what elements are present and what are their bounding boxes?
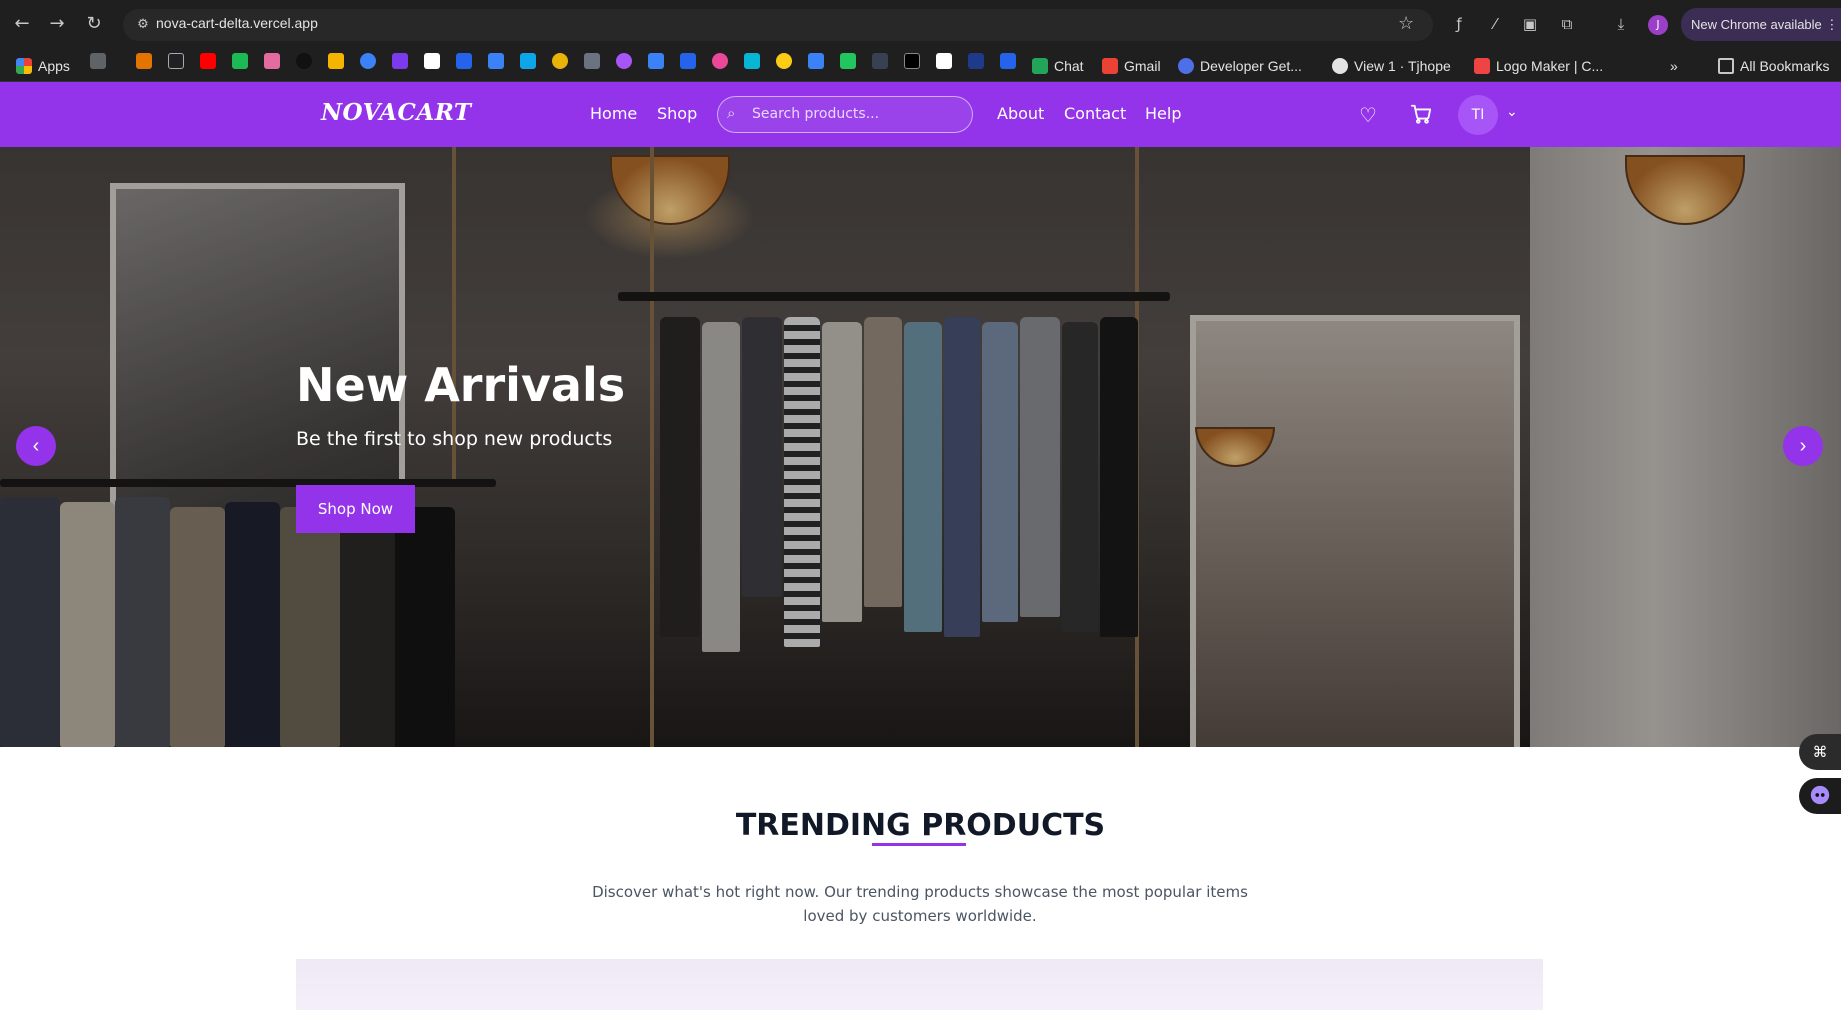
extension-icon[interactable]: ⁄: [1484, 13, 1506, 35]
bookmark-favicon-icon[interactable]: [616, 53, 632, 69]
widget-grid-icon[interactable]: ⌘: [1799, 734, 1841, 770]
chat-icon: [1032, 58, 1048, 74]
developer-icon: [1178, 58, 1194, 74]
bookmark-favicon-icon[interactable]: [360, 53, 376, 69]
bookmark-favicon-icon[interactable]: [168, 53, 184, 69]
section-description: Discover what's hot right now. Our trend…: [592, 883, 1248, 925]
bookmark-favicon-icon[interactable]: [936, 53, 952, 69]
user-avatar[interactable]: TI: [1458, 95, 1498, 135]
back-icon[interactable]: ←: [10, 12, 34, 36]
update-label: New Chrome available: [1691, 17, 1822, 32]
bookmark-favicon-icon[interactable]: [712, 53, 728, 69]
bookmark-label: All Bookmarks: [1740, 58, 1830, 74]
bookmark-label: View 1 · Tjhope: [1354, 58, 1451, 74]
url-text[interactable]: nova-cart-delta.vercel.app: [156, 15, 318, 31]
bookmark-favicon-icon[interactable]: [1000, 53, 1016, 69]
extension-icon[interactable]: ▣: [1519, 13, 1541, 35]
reload-icon[interactable]: ↻: [82, 12, 106, 36]
logo-maker-icon: [1474, 58, 1490, 74]
bookmark-favicon-icon[interactable]: [680, 53, 696, 69]
search-input[interactable]: [752, 102, 962, 126]
gmail-icon: [1102, 58, 1118, 74]
bookmark-developer[interactable]: Developer Get...: [1178, 55, 1302, 77]
title-underline: [872, 843, 966, 846]
bookmark-logo-maker[interactable]: Logo Maker | C...: [1474, 55, 1603, 77]
bookmark-favicon-icon[interactable]: [904, 53, 920, 69]
chevron-left-icon[interactable]: ‹: [16, 426, 56, 466]
bookmark-favicon-icon[interactable]: [776, 53, 792, 69]
bookmark-favicon-icon[interactable]: [584, 53, 600, 69]
product-carousel: [296, 959, 1543, 1010]
bookmark-favicon-icon[interactable]: [424, 53, 440, 69]
profile-avatar[interactable]: J: [1648, 15, 1668, 35]
bookmark-gmail[interactable]: Gmail: [1102, 55, 1161, 77]
search-icon: ⌕: [727, 104, 736, 122]
bookmark-favicon-icon[interactable]: [456, 53, 472, 69]
extensions-puzzle-icon[interactable]: ⧉: [1556, 13, 1578, 35]
bookmark-favicon-icon[interactable]: [808, 53, 824, 69]
bookmark-favicon-icon[interactable]: [968, 53, 984, 69]
youtube-icon[interactable]: [200, 53, 216, 69]
bookmark-favicon-icon[interactable]: [872, 53, 888, 69]
bookmark-label: Developer Get...: [1200, 58, 1302, 74]
apps-grid-icon: [16, 58, 32, 74]
section-title: TRENDING PRODUCTS: [735, 808, 1106, 843]
bookmark-label: Logo Maker | C...: [1496, 58, 1604, 74]
bookmark-favicon-icon[interactable]: [744, 53, 760, 69]
bookmark-favicon-icon[interactable]: [232, 53, 248, 69]
bookmark-star-icon[interactable]: ☆: [1398, 13, 1414, 34]
heart-icon[interactable]: ♡: [1356, 103, 1380, 127]
chevron-right-icon[interactable]: ›: [1783, 426, 1823, 466]
hero-overlay: [0, 147, 1841, 747]
shop-now-button[interactable]: Shop Now: [296, 485, 415, 533]
bookmark-favicon-icon[interactable]: [264, 53, 280, 69]
bookmark-favicon-icon[interactable]: [392, 53, 408, 69]
bookmark-label: Gmail: [1124, 58, 1161, 74]
nav-contact[interactable]: Contact: [1064, 104, 1126, 123]
nav-help[interactable]: Help: [1145, 104, 1181, 123]
bookmark-favicon-icon[interactable]: [648, 53, 664, 69]
forward-icon[interactable]: →: [45, 12, 69, 36]
bookmark-favicon-icon[interactable]: [840, 53, 856, 69]
hero-banner: [0, 147, 1841, 747]
site-info-icon[interactable]: ⚙: [134, 16, 152, 34]
chevron-down-icon[interactable]: ⌄: [1506, 104, 1518, 120]
cart-icon[interactable]: [1409, 103, 1433, 127]
folder-icon: [1718, 58, 1734, 74]
bookmark-favicon-icon[interactable]: [136, 53, 152, 69]
nav-home[interactable]: Home: [590, 104, 637, 123]
nav-about[interactable]: About: [997, 104, 1044, 123]
grid-icon[interactable]: [90, 53, 106, 69]
address-bar[interactable]: [123, 9, 1433, 41]
bookmark-favicon-icon[interactable]: [328, 53, 344, 69]
bookmark-label: Chat: [1054, 58, 1084, 74]
download-icon[interactable]: ⤓: [1610, 13, 1632, 35]
bookmarks-overflow-button[interactable]: »: [1670, 55, 1678, 77]
extension-icon[interactable]: ƒ: [1448, 13, 1470, 35]
chrome-update-button[interactable]: New Chrome available ⋮: [1681, 8, 1841, 41]
bookmark-favicon-icon[interactable]: [520, 53, 536, 69]
bookmark-favicon-icon[interactable]: [296, 53, 312, 69]
hero-title: New Arrivals: [296, 358, 626, 412]
bookmark-favicon-icon[interactable]: [488, 53, 504, 69]
bookmark-chat[interactable]: Chat: [1032, 55, 1084, 77]
bookmark-apps[interactable]: Apps: [16, 55, 70, 77]
all-bookmarks-folder[interactable]: All Bookmarks: [1718, 55, 1829, 77]
hero-subtitle: Be the first to shop new products: [296, 428, 613, 450]
bookmark-github[interactable]: View 1 · Tjhope: [1332, 55, 1451, 77]
bookmark-label: Apps: [38, 58, 70, 74]
site-logo[interactable]: NOVACART: [321, 99, 472, 126]
github-icon: [1332, 58, 1348, 74]
bookmark-favicon-icon[interactable]: [552, 53, 568, 69]
nav-shop[interactable]: Shop: [657, 104, 697, 123]
